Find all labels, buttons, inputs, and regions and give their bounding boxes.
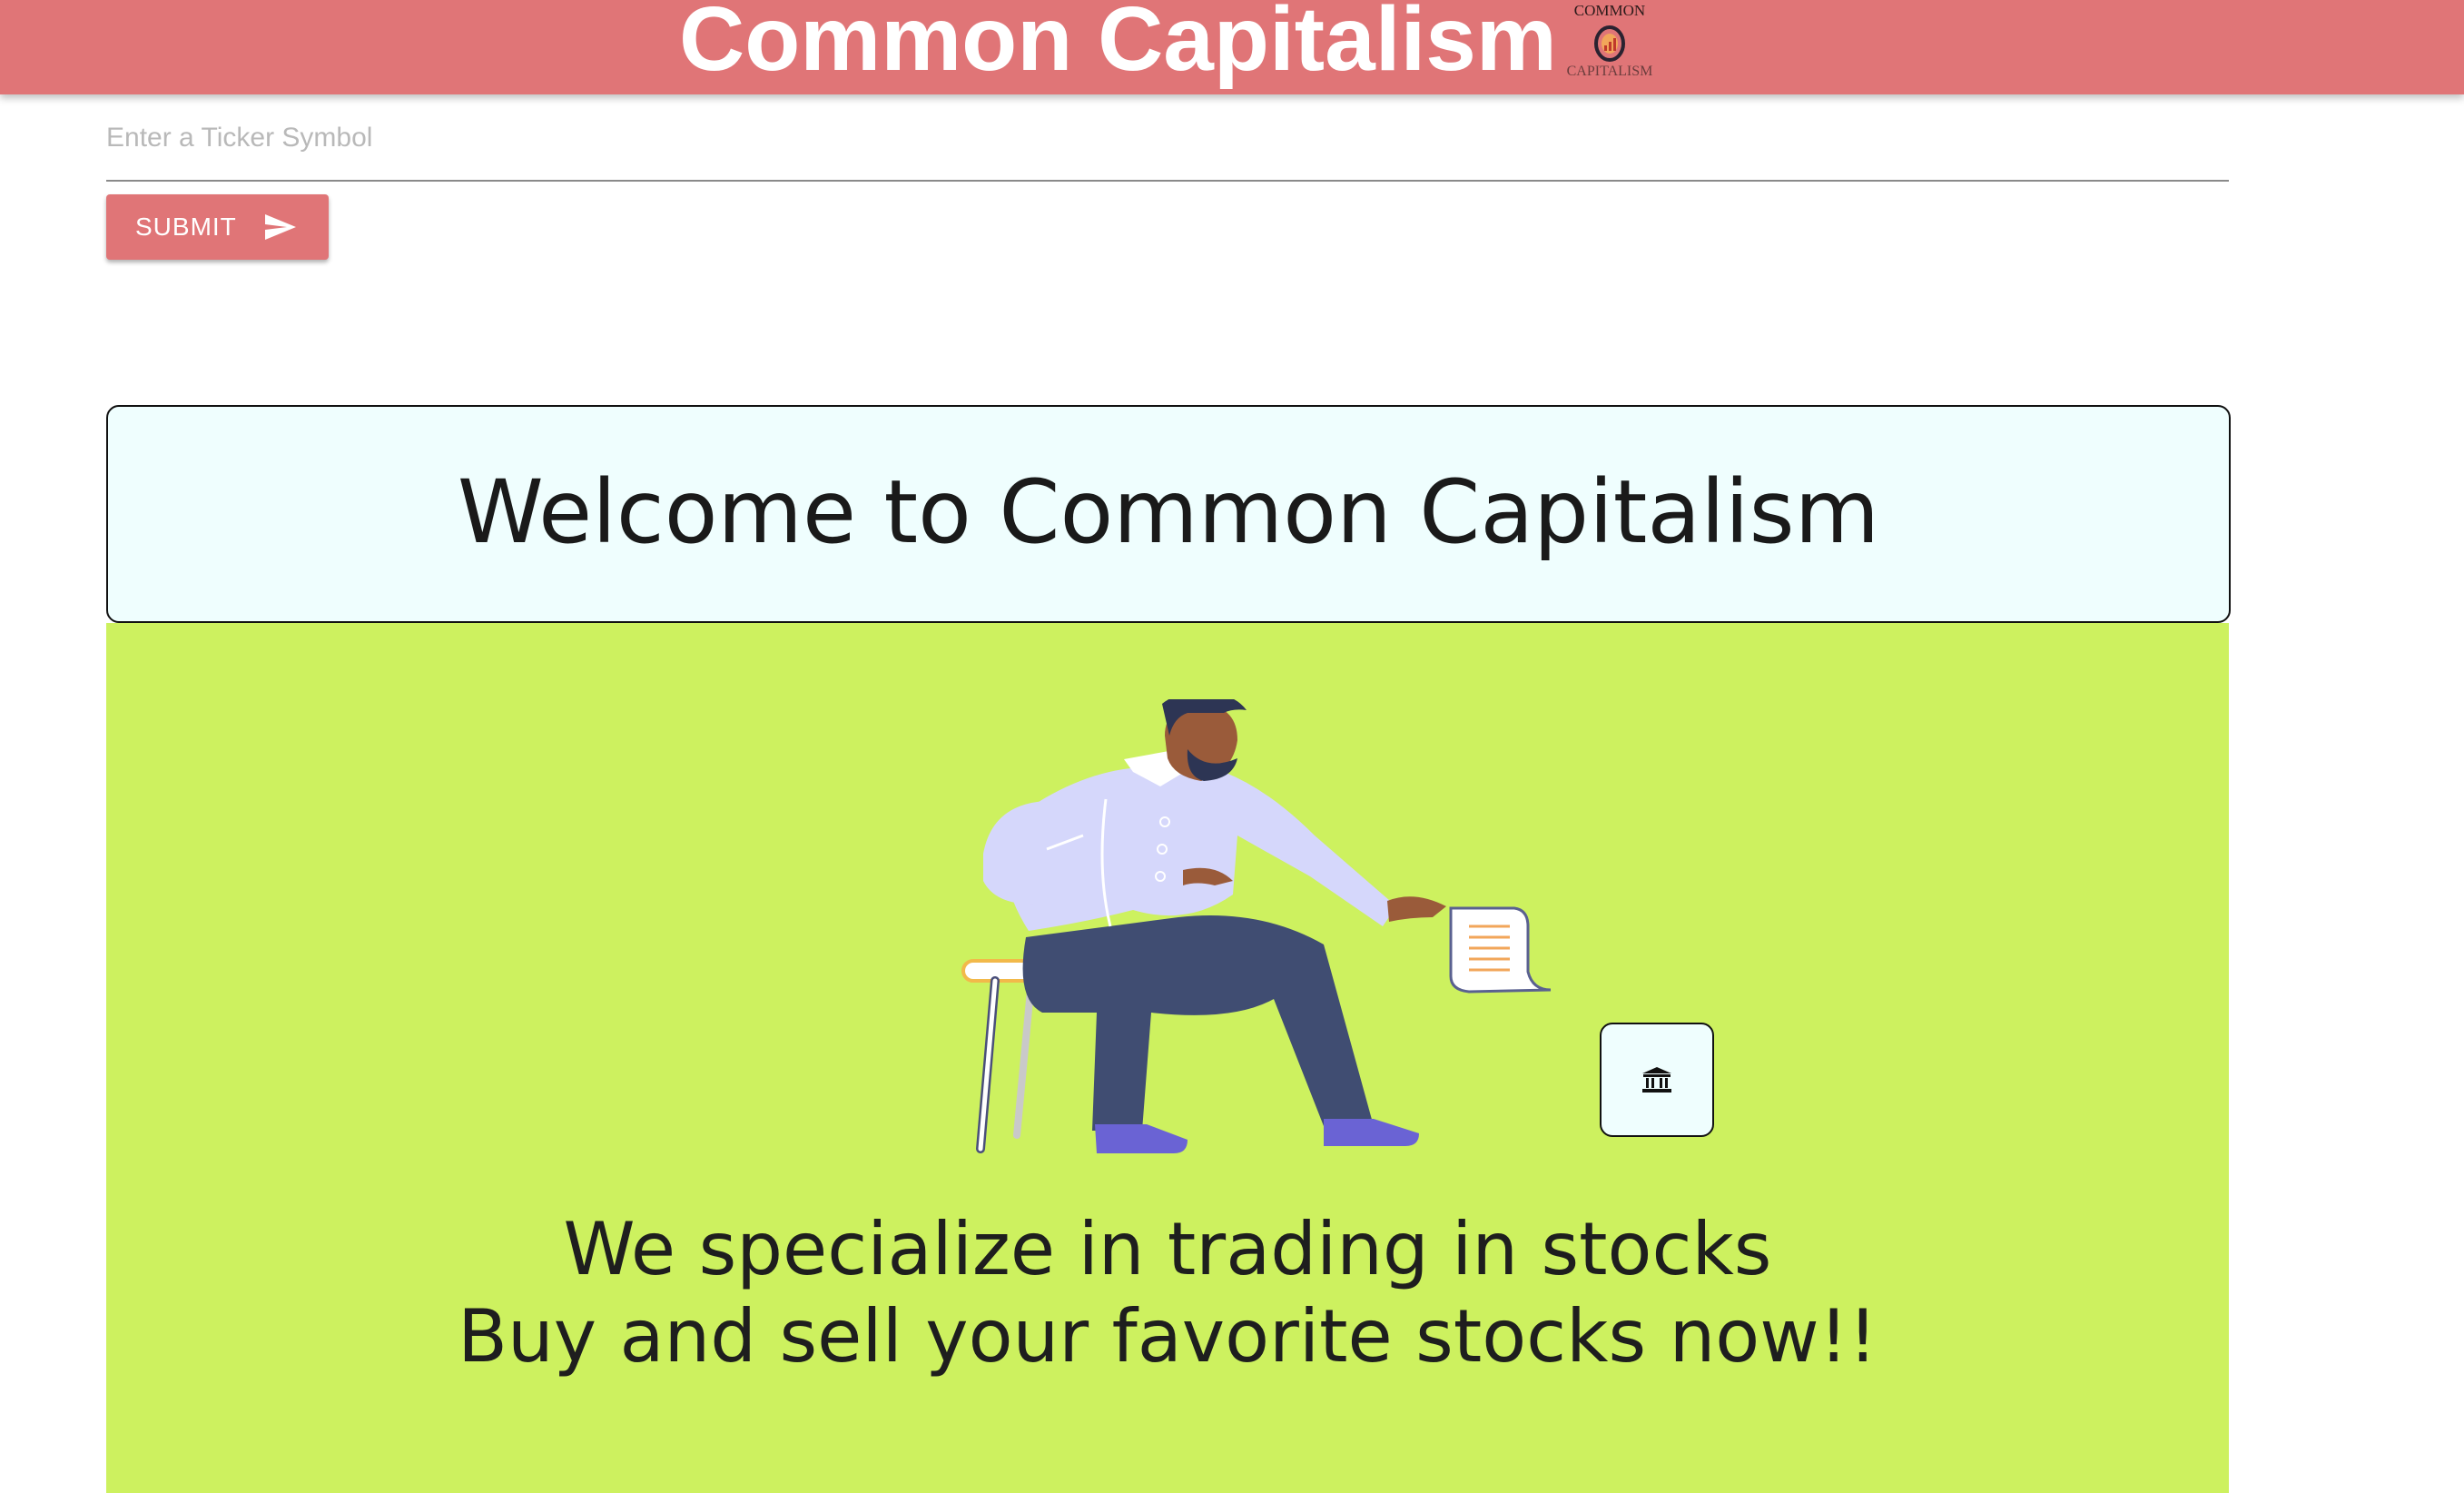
- logo-text-bottom: CAPITALISM: [1566, 64, 1653, 79]
- welcome-card: Welcome to Common Capitalism: [106, 405, 2231, 623]
- person-reading-document-illustration: [961, 699, 1552, 1153]
- app-title: Common Capitalism: [679, 0, 1557, 90]
- send-icon: [265, 214, 296, 240]
- ticker-symbol-input[interactable]: [106, 111, 2229, 165]
- bank-button[interactable]: [1600, 1023, 1714, 1137]
- logo-coin-icon: [1594, 25, 1625, 62]
- submit-button-label: SUBMIT: [135, 213, 237, 241]
- ticker-field: [106, 111, 2229, 182]
- brand-logo: COMMON CAPITALISM: [1562, 2, 1658, 85]
- logo-text-top: COMMON: [1573, 2, 1646, 19]
- hero-banner: We specialize in trading in stocks Buy a…: [106, 623, 2229, 1493]
- tagline-line-1: We specialize in trading in stocks: [563, 1207, 1772, 1291]
- welcome-title: Welcome to Common Capitalism: [457, 461, 1880, 563]
- app-header: Common Capitalism COMMON CAPITALISM: [0, 0, 2464, 94]
- submit-button[interactable]: SUBMIT: [106, 194, 329, 260]
- bank-icon: [1642, 1067, 1671, 1093]
- tagline-line-2: Buy and sell your favorite stocks now!!: [458, 1294, 1878, 1379]
